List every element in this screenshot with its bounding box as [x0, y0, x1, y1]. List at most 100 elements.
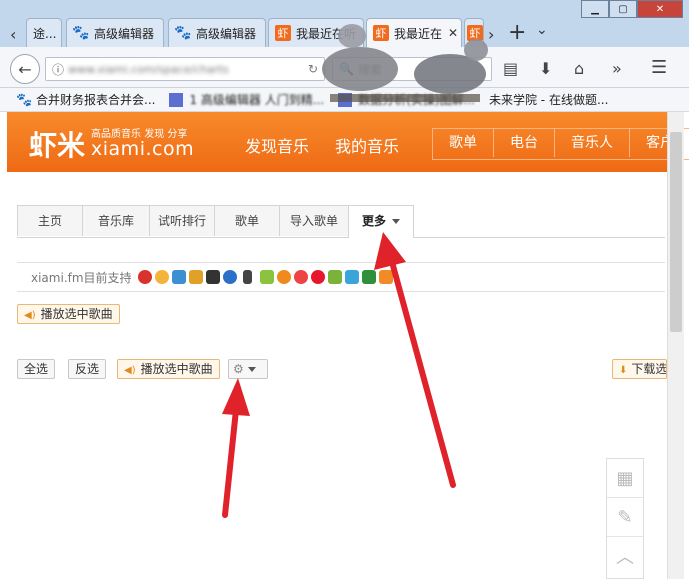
image-file-icon — [169, 92, 184, 107]
qr-code-icon[interactable]: ▦ — [607, 459, 643, 498]
bookmark-item[interactable]: 数据分析(实操)图解... — [338, 91, 475, 108]
reload-icon[interactable]: ↻ — [308, 62, 318, 76]
tab-import-playlist[interactable]: 导入歌单 — [279, 205, 349, 236]
browser-tab[interactable]: 虾 — [464, 18, 484, 47]
app-icon[interactable] — [171, 270, 186, 284]
xiami-logo[interactable]: 虾米 高品质音乐 发现 分享 xiami.com — [29, 124, 194, 164]
xiami-favicon-icon: 虾 — [373, 25, 389, 41]
close-window-icon[interactable]: ✕ — [637, 0, 683, 18]
home-icon[interactable]: ⌂ — [574, 59, 584, 78]
browser-nav-bar: ← ⓘ www.xiami.com/space/charts ↻ 🔍 搜索 ▤ … — [0, 47, 689, 88]
bookmark-label: 未来学院 - 在线做题... — [488, 93, 609, 107]
select-all-button[interactable]: 全选 — [17, 359, 56, 379]
app-icon[interactable] — [293, 270, 308, 284]
speaker-icon: ◀) — [124, 365, 136, 376]
tab-more[interactable]: 更多 — [348, 205, 414, 238]
sub-nav: 歌单 电台 音乐人 客户端 — [432, 128, 689, 160]
info-icon: ⓘ — [52, 62, 65, 77]
url-bar[interactable]: ⓘ www.xiami.com/space/charts ↻ — [45, 57, 325, 81]
app-icon[interactable] — [205, 270, 220, 284]
tab-playlists[interactable]: 歌单 — [214, 205, 280, 236]
logo-domain: xiami.com — [91, 137, 195, 160]
support-bar: xiami.fm目前支持 — [17, 262, 665, 292]
xiami-header: 虾米 高品质音乐 发现 分享 xiami.com 发现音乐 我的音乐 歌单 电台… — [7, 112, 689, 172]
tab-label: 途... — [33, 26, 57, 41]
tab-scroll-left-icon[interactable]: ‹ — [10, 25, 16, 44]
tab-more-label: 更多 — [361, 214, 386, 228]
tab-label: 我最近在听 — [296, 26, 357, 41]
sub-nav-radio[interactable]: 电台 — [494, 129, 555, 157]
floating-tool-panel: ▦ ✎ ︿ — [606, 458, 644, 579]
tab-music-library[interactable]: 音乐库 — [82, 205, 150, 236]
bookmark-item[interactable]: 未来学院 - 在线做题... — [489, 91, 608, 108]
back-button[interactable]: ← — [10, 54, 40, 84]
app-icon[interactable] — [276, 270, 291, 284]
sub-nav-artists[interactable]: 音乐人 — [555, 129, 630, 157]
sub-nav-playlists[interactable]: 歌单 — [433, 129, 494, 157]
menu-icon[interactable]: ☰ — [651, 57, 667, 78]
settings-dropdown-button[interactable]: ⚙ — [228, 359, 268, 379]
tab-home[interactable]: 主页 — [17, 205, 83, 236]
arrow-left-icon: ← — [18, 59, 32, 79]
nav-discover-music[interactable]: 发现音乐 — [245, 133, 309, 157]
bookmark-item[interactable]: 1 高级编辑器 人门到精... — [169, 91, 324, 108]
back-to-top-icon[interactable]: ︿ — [607, 537, 643, 575]
app-icon[interactable] — [361, 270, 376, 284]
android-icon[interactable] — [259, 270, 274, 284]
tab-listening-rank[interactable]: 试听排行 — [149, 205, 215, 236]
app-icon[interactable] — [378, 270, 393, 284]
scrollbar-thumb[interactable] — [670, 132, 682, 332]
download-icon[interactable]: ⬇ — [539, 59, 552, 78]
browser-tab[interactable]: 虾 我最近在听 — [268, 18, 364, 47]
browser-tab[interactable]: 🐾 高级编辑器 — [66, 18, 164, 47]
tab-label: 高级编辑器 — [196, 26, 257, 41]
minimize-icon[interactable]: ▁ — [581, 0, 609, 18]
search-icon: 🔍 — [339, 62, 354, 76]
invert-select-button[interactable]: 反选 — [68, 359, 107, 379]
paw-icon: 🐾 — [174, 25, 192, 41]
tab-list-icon[interactable]: ⌄ — [536, 22, 548, 38]
overflow-icon[interactable]: » — [612, 59, 622, 78]
window-controls: ▁ ▢ ✕ — [581, 0, 683, 18]
app-icon[interactable] — [188, 270, 203, 284]
app-icon[interactable] — [137, 270, 152, 284]
phone-icon[interactable] — [242, 270, 252, 284]
tab-scroll-right-icon[interactable]: › — [488, 25, 494, 44]
close-tab-icon[interactable]: ✕ — [448, 26, 458, 40]
url-text: www.xiami.com/space/charts — [68, 62, 229, 76]
browser-tab[interactable]: 途... — [26, 18, 62, 47]
play-selected-button-2[interactable]: ◀) 播放选中歌曲 — [117, 359, 220, 379]
maximize-icon[interactable]: ▢ — [609, 0, 637, 18]
app-icon[interactable] — [327, 270, 342, 284]
browser-tab-active[interactable]: 虾 我最近在 ✕ — [366, 18, 462, 47]
download-selected-button[interactable]: ⬇ 下载选 — [612, 359, 667, 379]
app-icon[interactable] — [154, 270, 169, 284]
content-tabs: 主页 音乐库 试听排行 歌单 导入歌单 更多 — [17, 205, 665, 238]
app-icon[interactable] — [344, 270, 359, 284]
tab-label: 高级编辑器 — [94, 26, 155, 41]
bookmarks-bar: 🐾 合并财务报表合并会... 1 高级编辑器 人门到精... 数据分析(实操)图… — [0, 88, 689, 112]
support-text: xiami.fm目前支持 — [31, 270, 132, 285]
bookmark-item[interactable]: 🐾 合并财务报表合并会... — [16, 91, 155, 108]
search-input[interactable]: 🔍 搜索 — [332, 57, 492, 81]
red-arrow-to-settings — [222, 378, 250, 518]
bookmark-label: 数据分析(实操)图解... — [358, 93, 475, 107]
app-icon[interactable] — [222, 270, 237, 284]
nav-my-music[interactable]: 我的音乐 — [335, 133, 399, 157]
image-file-icon — [338, 92, 353, 107]
edit-icon[interactable]: ✎ — [607, 498, 643, 537]
browser-tab[interactable]: 🐾 高级编辑器 — [168, 18, 266, 47]
bookmark-label: 1 高级编辑器 人门到精... — [189, 93, 325, 107]
play-selected-label: 播放选中歌曲 — [140, 362, 213, 376]
logo-text: 虾米 — [29, 129, 86, 162]
paw-icon: 🐾 — [72, 25, 90, 41]
play-selected-button[interactable]: ◀) 播放选中歌曲 — [17, 304, 120, 324]
page-scrollbar[interactable] — [667, 112, 684, 579]
paw-icon: 🐾 — [16, 92, 33, 108]
search-placeholder: 搜索 — [357, 62, 382, 77]
weibo-icon[interactable] — [310, 270, 325, 284]
reader-view-icon[interactable]: ▤ — [503, 59, 518, 78]
chevron-down-icon — [392, 219, 400, 224]
download-selected-label: 下载选 — [631, 362, 667, 376]
new-tab-button[interactable]: + — [508, 20, 526, 45]
